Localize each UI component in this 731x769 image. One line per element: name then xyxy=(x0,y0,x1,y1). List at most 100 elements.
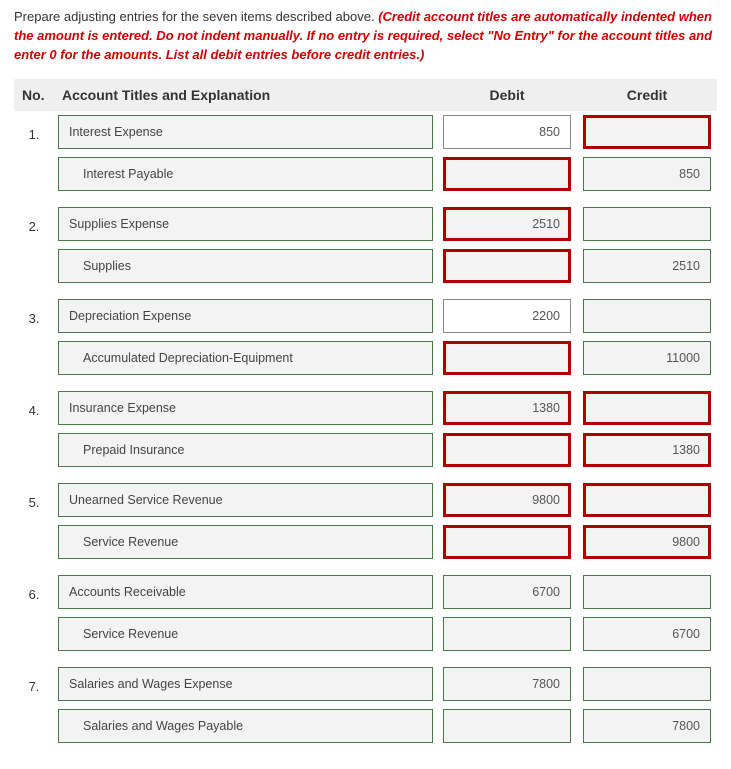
account-cell xyxy=(54,203,437,245)
credit-cell xyxy=(577,705,717,747)
table-row xyxy=(14,613,717,655)
account-title-input[interactable] xyxy=(58,575,433,609)
credit-input[interactable] xyxy=(583,341,711,375)
account-cell xyxy=(54,153,437,195)
debit-cell xyxy=(437,153,577,195)
account-cell xyxy=(54,479,437,521)
credit-input[interactable] xyxy=(583,249,711,283)
debit-cell xyxy=(437,337,577,379)
credit-input[interactable] xyxy=(583,433,711,467)
table-row: 6. xyxy=(14,571,717,613)
debit-input[interactable] xyxy=(443,617,571,651)
account-cell xyxy=(54,571,437,613)
header-row: No. Account Titles and Explanation Debit… xyxy=(14,79,717,111)
credit-input[interactable] xyxy=(583,207,711,241)
credit-input[interactable] xyxy=(583,709,711,743)
header-debit: Debit xyxy=(437,79,577,111)
account-title-input[interactable] xyxy=(58,391,433,425)
table-row xyxy=(14,521,717,563)
credit-input[interactable] xyxy=(583,667,711,701)
entry-number: 6. xyxy=(14,571,54,613)
entry-number: 7. xyxy=(14,663,54,705)
credit-input[interactable] xyxy=(583,483,711,517)
table-row: 4. xyxy=(14,387,717,429)
table-row xyxy=(14,705,717,747)
debit-cell xyxy=(437,429,577,471)
credit-cell xyxy=(577,571,717,613)
debit-input[interactable] xyxy=(443,299,571,333)
entry-number: 5. xyxy=(14,479,54,521)
table-row: 3. xyxy=(14,295,717,337)
credit-cell xyxy=(577,429,717,471)
debit-input[interactable] xyxy=(443,391,571,425)
account-cell xyxy=(54,295,437,337)
entry-number: 3. xyxy=(14,295,54,337)
debit-input[interactable] xyxy=(443,433,571,467)
credit-input[interactable] xyxy=(583,157,711,191)
account-title-input[interactable] xyxy=(58,667,433,701)
debit-cell xyxy=(437,663,577,705)
credit-input[interactable] xyxy=(583,115,711,149)
credit-input[interactable] xyxy=(583,617,711,651)
account-title-input[interactable] xyxy=(58,483,433,517)
debit-cell xyxy=(437,111,577,153)
account-title-input[interactable] xyxy=(58,709,433,743)
account-cell xyxy=(54,337,437,379)
account-cell xyxy=(54,613,437,655)
account-title-input[interactable] xyxy=(58,249,433,283)
entry-number xyxy=(14,245,54,287)
account-cell xyxy=(54,429,437,471)
credit-input[interactable] xyxy=(583,575,711,609)
account-title-input[interactable] xyxy=(58,157,433,191)
debit-cell xyxy=(437,387,577,429)
credit-cell xyxy=(577,203,717,245)
entry-number xyxy=(14,153,54,195)
debit-input[interactable] xyxy=(443,525,571,559)
account-title-input[interactable] xyxy=(58,207,433,241)
debit-input[interactable] xyxy=(443,207,571,241)
table-row: 7. xyxy=(14,663,717,705)
credit-input[interactable] xyxy=(583,391,711,425)
credit-input[interactable] xyxy=(583,299,711,333)
credit-cell xyxy=(577,387,717,429)
credit-input[interactable] xyxy=(583,525,711,559)
debit-cell xyxy=(437,295,577,337)
debit-cell xyxy=(437,203,577,245)
account-title-input[interactable] xyxy=(58,299,433,333)
table-row: 5. xyxy=(14,479,717,521)
table-row: 1. xyxy=(14,111,717,153)
debit-cell xyxy=(437,705,577,747)
account-title-input[interactable] xyxy=(58,115,433,149)
account-cell xyxy=(54,705,437,747)
account-title-input[interactable] xyxy=(58,617,433,651)
debit-input[interactable] xyxy=(443,483,571,517)
debit-input[interactable] xyxy=(443,709,571,743)
entry-number: 4. xyxy=(14,387,54,429)
entry-number xyxy=(14,613,54,655)
account-title-input[interactable] xyxy=(58,433,433,467)
account-cell xyxy=(54,245,437,287)
debit-cell xyxy=(437,571,577,613)
debit-input[interactable] xyxy=(443,341,571,375)
credit-cell xyxy=(577,111,717,153)
account-cell xyxy=(54,521,437,563)
debit-input[interactable] xyxy=(443,157,571,191)
debit-cell xyxy=(437,521,577,563)
debit-input[interactable] xyxy=(443,249,571,283)
credit-cell xyxy=(577,479,717,521)
table-row xyxy=(14,153,717,195)
entry-number xyxy=(14,521,54,563)
table-row xyxy=(14,337,717,379)
debit-input[interactable] xyxy=(443,115,571,149)
credit-cell xyxy=(577,245,717,287)
account-title-input[interactable] xyxy=(58,525,433,559)
debit-input[interactable] xyxy=(443,575,571,609)
debit-cell xyxy=(437,479,577,521)
entries-table: No. Account Titles and Explanation Debit… xyxy=(14,79,717,755)
credit-cell xyxy=(577,521,717,563)
account-title-input[interactable] xyxy=(58,341,433,375)
credit-cell xyxy=(577,295,717,337)
debit-input[interactable] xyxy=(443,667,571,701)
header-credit: Credit xyxy=(577,79,717,111)
debit-cell xyxy=(437,245,577,287)
